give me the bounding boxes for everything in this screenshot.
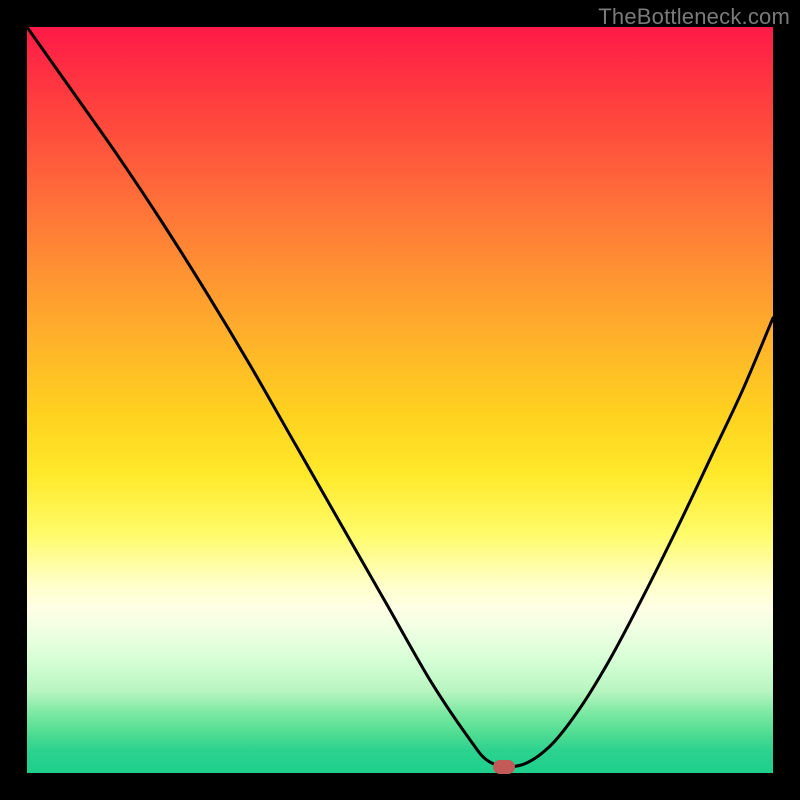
plot-area [27, 27, 773, 773]
optimal-marker [493, 760, 515, 774]
chart-frame: TheBottleneck.com [0, 0, 800, 800]
bottleneck-curve [27, 27, 773, 767]
curve-svg [27, 27, 773, 773]
watermark-text: TheBottleneck.com [598, 4, 790, 30]
